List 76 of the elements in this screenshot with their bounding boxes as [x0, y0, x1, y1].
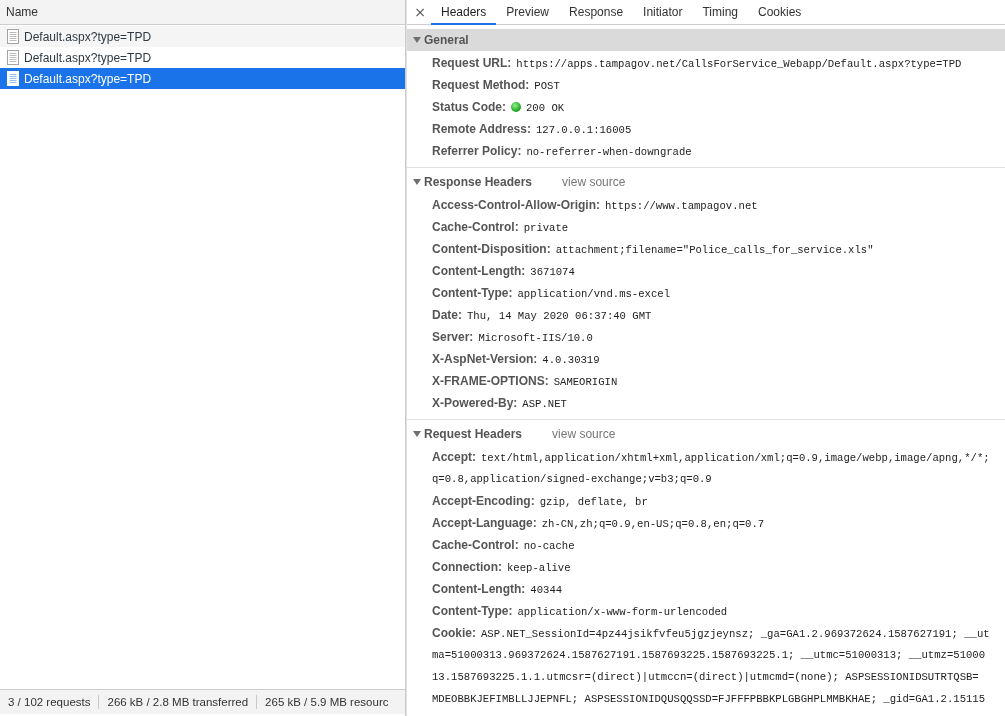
section-header[interactable]: Response Headers view source — [407, 171, 1005, 193]
header-value: Microsoft-IIS/10.0 — [478, 331, 593, 346]
header-name: Content-Disposition: — [432, 241, 551, 258]
header-name: Request URL: — [432, 55, 512, 72]
header-name: Content-Length: — [432, 263, 526, 280]
header-value: 4.0.30319 — [542, 353, 600, 368]
header-value: ASP.NET — [522, 397, 567, 412]
header-value: no-referrer-when-downgrade — [526, 145, 692, 160]
tab[interactable]: Headers — [431, 0, 497, 25]
header-value: 3671074 — [530, 265, 575, 280]
header-value: SAMEORIGIN — [553, 375, 618, 390]
header-name: Cache-Control: — [432, 219, 519, 236]
header-name: Date: — [432, 307, 462, 324]
view-source-link[interactable]: view source — [562, 175, 626, 189]
header-value: Thu, 14 May 2020 06:37:40 GMT — [467, 309, 652, 324]
header-value: 40344 — [530, 583, 563, 598]
header-value: application/x-www-form-urlencoded — [517, 605, 728, 620]
header-value: POST — [534, 79, 560, 94]
header-name: Accept-Language: — [432, 515, 537, 532]
header-value: MDEOBBKJEFIMBLLJJEPNFL; ASPSESSIONIDQUSQQSSD=FJFFFPBBKPLGBGHPLMMBKHAE; _gid=GA1.2.15115 — [432, 692, 986, 707]
header-name: Accept: — [432, 449, 476, 466]
document-icon — [7, 71, 19, 86]
header-name: Content-Type: — [432, 603, 513, 620]
header-value: no-cache — [523, 539, 575, 554]
header-name: Accept-Encoding: — [432, 493, 535, 510]
header-value: attachment;filename="Police_calls_for_service.xls" — [555, 243, 874, 258]
header-name: Content-Length: — [432, 581, 526, 598]
header-value: 127.0.0.1:16005 — [535, 123, 632, 138]
header-name: Cache-Control: — [432, 537, 519, 554]
tab[interactable]: Cookies — [748, 0, 812, 25]
header-value: zh-CN,zh;q=0.9,en-US;q=0.8,en;q=0.7 — [541, 517, 765, 532]
header-value: ma=51000313.969372624.1587627191.1587693225.1587693225.1; __utmc=51000313; __utmz=51000 — [432, 648, 986, 663]
header-name: X-AspNet-Version: — [432, 351, 538, 368]
header-name: Cookie: — [432, 625, 476, 642]
status-text: 3 / 102 requests — [7, 695, 92, 709]
header-name: Remote Address: — [432, 121, 531, 138]
header-value: gzip, deflate, br — [539, 495, 648, 510]
header-name: Content-Type: — [432, 285, 513, 302]
header-name: Access-Control-Allow-Origin: — [432, 197, 600, 214]
status-text: 265 kB / 5.9 MB resourc — [256, 695, 397, 709]
header-name: Status Code: — [432, 99, 506, 116]
document-icon — [7, 29, 19, 44]
status-text: 266 kB / 2.8 MB transferred — [98, 695, 257, 709]
header-value: application/vnd.ms-excel — [517, 287, 670, 302]
header-name: Server: — [432, 329, 474, 346]
header-value: ASP.NET_SessionId=4pz44jsikfvfeu5jgzjeynsz; _ga=GA1.2.969372624.1587627191; __ut — [481, 627, 990, 642]
header-value: 13.1587693225.1.1.utmcsr=(direct)|utmccn=(direct)|utmcmd=(none); ASPSESSIONIDSUTRTQSB= — [432, 670, 979, 685]
column-header[interactable]: Name — [0, 0, 405, 25]
header-value: text/html,application/xhtml+xml,application/xml;q=0.9,image/webp,image/apng,*/*; — [481, 451, 990, 466]
section-title: Request Headers — [424, 427, 523, 441]
header-value: keep-alive — [507, 561, 571, 576]
header-name: X-Powered-By: — [432, 395, 518, 412]
tab[interactable]: Preview — [496, 0, 560, 25]
header-name: X-FRAME-OPTIONS: — [432, 373, 549, 390]
section-header[interactable]: Request Headers view source — [407, 423, 1005, 445]
tab[interactable]: Initiator — [633, 0, 693, 25]
header-value: https://apps.tampagov.net/CallsForService_Webapp/Default.aspx?type=TPD — [516, 57, 962, 72]
header-name: Request Method: — [432, 77, 530, 94]
section-title: General — [424, 33, 469, 47]
section-header[interactable]: General — [407, 29, 1005, 51]
request-row[interactable]: Default.aspx?type=TPD — [0, 26, 405, 47]
document-icon — [7, 50, 19, 65]
request-row[interactable]: Default.aspx?type=TPD — [0, 47, 405, 68]
header-value: private — [523, 221, 569, 236]
tab[interactable]: Timing — [692, 0, 748, 25]
header-name: Referrer Policy: — [432, 143, 522, 160]
view-source-link[interactable]: view source — [552, 427, 616, 441]
tab[interactable]: Response — [559, 0, 634, 25]
section-title: Response Headers — [424, 175, 533, 189]
request-row[interactable]: Default.aspx?type=TPD — [0, 68, 405, 89]
close-button[interactable]: × — [413, 0, 427, 24]
header-name: Connection: — [432, 559, 502, 576]
header-value: https://www.tampagov.net — [605, 199, 758, 214]
status-dot-icon — [511, 102, 521, 112]
header-value: 200 OK — [526, 101, 565, 116]
header-value: q=0.8,application/signed-exchange;v=b3;q=0.9 — [432, 472, 712, 487]
